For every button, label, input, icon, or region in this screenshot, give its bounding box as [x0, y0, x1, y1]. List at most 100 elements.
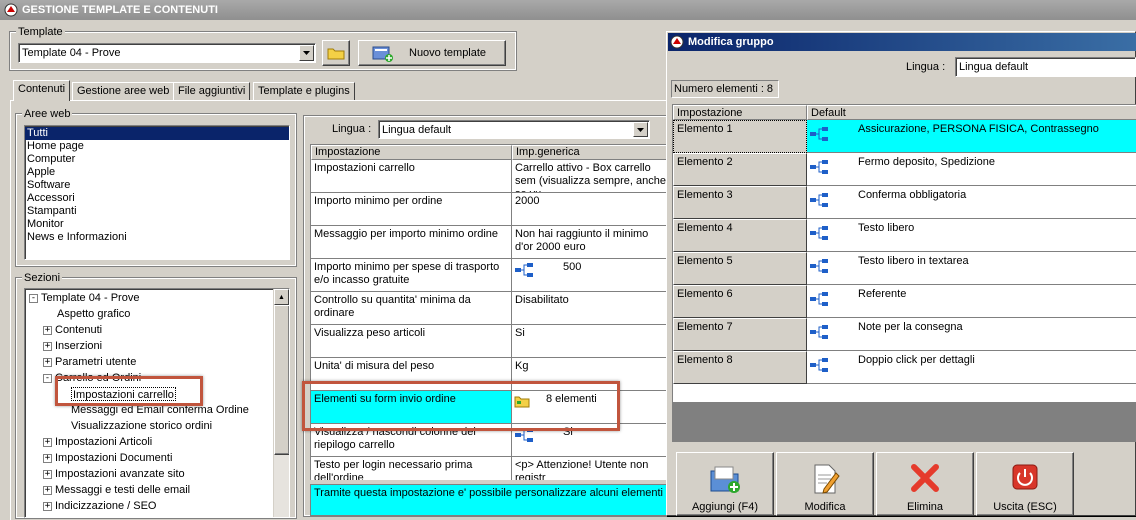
table-row-name[interactable]: Testo per login necessario prima dell'or…: [311, 457, 512, 480]
collapse-icon[interactable]: -: [43, 373, 52, 383]
table-row-name[interactable]: Elemento 8: [673, 351, 807, 384]
expand-icon[interactable]: +: [43, 357, 52, 367]
table-row-name[interactable]: Importo minimo per spese di trasporto e/…: [311, 259, 512, 292]
table-row-value[interactable]: 2000: [512, 193, 670, 226]
table-row-value[interactable]: Disabilitato: [512, 292, 670, 325]
template-select[interactable]: Template 04 - Prove: [18, 43, 316, 63]
dialog-titlebar[interactable]: Modifica gruppo: [668, 33, 1136, 51]
expand-icon[interactable]: +: [43, 453, 52, 463]
tree-scrollbar[interactable]: ▲: [273, 289, 289, 517]
table-row-value[interactable]: Conferma obbligatoria: [807, 186, 1136, 219]
list-item[interactable]: Accessori: [25, 192, 289, 205]
list-item[interactable]: Tutti: [25, 127, 289, 140]
table-row-name[interactable]: Elemento 1: [673, 120, 807, 153]
description-text: Tramite questa impostazione e' possibile…: [314, 487, 670, 499]
tree-item[interactable]: - Carrello ed Ordini: [43, 371, 141, 385]
tree-item[interactable]: Visualizzazione storico ordini: [71, 419, 212, 433]
tab-file-aggiuntivi[interactable]: File aggiuntivi: [173, 82, 251, 101]
expand-icon[interactable]: +: [43, 485, 52, 495]
list-item[interactable]: Computer: [25, 153, 289, 166]
table-row-name[interactable]: Importo minimo per ordine: [311, 193, 512, 226]
exit-power-icon: [1012, 464, 1038, 490]
row-value-text: Testo libero in textarea: [858, 255, 969, 267]
tab-contenuti[interactable]: Contenuti: [13, 80, 71, 101]
table-row-value[interactable]: Note per la consegna: [807, 318, 1136, 351]
table-row-name[interactable]: Elemento 7: [673, 318, 807, 351]
table-row-name[interactable]: Elemento 3: [673, 186, 807, 219]
aree-web-list[interactable]: Tutti Home page Computer Apple Software …: [24, 125, 290, 260]
expand-icon[interactable]: +: [43, 325, 52, 335]
list-item[interactable]: Monitor: [25, 218, 289, 231]
table-row-name[interactable]: Visualizza / nascondi colonne del riepil…: [311, 424, 512, 457]
open-folder-button[interactable]: [322, 40, 350, 66]
tree-item[interactable]: + Impostazioni Documenti: [43, 451, 172, 465]
list-item[interactable]: Home page: [25, 140, 289, 153]
table-row-value[interactable]: Non hai raggiunto il minimo d'or 2000 eu…: [512, 226, 670, 259]
new-template-button[interactable]: Nuovo template: [358, 40, 506, 66]
tab-template-plugins[interactable]: Template e plugins: [253, 82, 355, 101]
tree-item[interactable]: + Indicizzazione / SEO: [43, 499, 157, 513]
uscita-button[interactable]: Uscita (ESC): [976, 452, 1074, 516]
table-row-value[interactable]: Testo libero: [807, 219, 1136, 252]
list-item[interactable]: Stampanti: [25, 205, 289, 218]
group-tree-icon: [810, 193, 828, 207]
table-row-value[interactable]: 500: [512, 259, 670, 292]
tree-item[interactable]: + Contenuti: [43, 323, 102, 337]
table-row-name[interactable]: Elemento 4: [673, 219, 807, 252]
tree-item[interactable]: Aspetto grafico: [57, 307, 130, 321]
chevron-down-icon[interactable]: [299, 45, 314, 61]
lingua-select[interactable]: Lingua default: [378, 120, 650, 139]
scroll-thumb[interactable]: [274, 305, 289, 455]
tree-item[interactable]: + Messaggi e testi delle email: [43, 483, 190, 497]
expand-icon[interactable]: +: [43, 469, 52, 479]
table-row-value[interactable]: Si: [512, 325, 670, 358]
table-row-name[interactable]: Visualizza peso articoli: [311, 325, 512, 358]
column-header-default[interactable]: Default: [807, 105, 1136, 120]
tree-item[interactable]: Messaggi ed Email conferma Ordine: [71, 403, 249, 417]
table-row-value[interactable]: 8 elementi: [512, 391, 670, 424]
tree-item[interactable]: + Impostazioni Articoli: [43, 435, 152, 449]
modifica-button[interactable]: Modifica: [776, 452, 874, 516]
table-row-value[interactable]: Fermo deposito, Spedizione: [807, 153, 1136, 186]
table-row-name[interactable]: Elemento 6: [673, 285, 807, 318]
table-row-name[interactable]: Elemento 2: [673, 153, 807, 186]
tab-gestione-aree-web[interactable]: Gestione aree web: [72, 82, 175, 101]
tree-item[interactable]: + Parametri utente: [43, 355, 136, 369]
elimina-button[interactable]: Elimina: [876, 452, 974, 516]
table-row-value[interactable]: Carrello attivo - Box carrello sem (visu…: [512, 160, 670, 193]
table-row-value[interactable]: <p> Attenzione! Utente non registr: [512, 457, 670, 480]
collapse-icon[interactable]: -: [29, 293, 38, 303]
scroll-up-icon[interactable]: ▲: [274, 289, 289, 305]
column-header-impostazione[interactable]: Impostazione: [311, 145, 512, 160]
expand-icon[interactable]: +: [43, 341, 52, 351]
dialog-lingua-select[interactable]: Lingua default: [955, 57, 1136, 77]
aggiungi-button[interactable]: Aggiungi (F4): [676, 452, 774, 516]
table-row-value[interactable]: Assicurazione, PERSONA FISICA, Contrasse…: [807, 120, 1136, 153]
tree-item[interactable]: - Template 04 - Prove: [29, 291, 139, 305]
lingua-select-value: Lingua default: [382, 123, 452, 136]
table-row-value[interactable]: Si: [512, 424, 670, 457]
tree-item[interactable]: + Impostazioni avanzate sito: [43, 467, 185, 481]
table-row-value[interactable]: Testo libero in textarea: [807, 252, 1136, 285]
tree-item[interactable]: + Inserzioni: [43, 339, 102, 353]
table-row-value[interactable]: Doppio click per dettagli: [807, 351, 1136, 384]
list-item[interactable]: News e Informazioni: [25, 231, 289, 244]
table-row-value[interactable]: Referente: [807, 285, 1136, 318]
table-row-name[interactable]: Controllo su quantita' minima da ordinar…: [311, 292, 512, 325]
tree-item-selected[interactable]: Impostazioni carrello: [71, 387, 176, 401]
table-row-value[interactable]: Kg: [512, 358, 670, 391]
sezioni-tree[interactable]: - Template 04 - Prove Aspetto grafico + Co…: [24, 288, 290, 518]
expand-icon[interactable]: +: [43, 437, 52, 447]
column-header-impostazione[interactable]: Impostazione: [673, 105, 807, 120]
table-row-name[interactable]: Impostazioni carrello: [311, 160, 512, 193]
group-tree-icon: [810, 259, 828, 273]
list-item[interactable]: Software: [25, 179, 289, 192]
column-header-value[interactable]: Imp.generica: [512, 145, 670, 160]
table-row-name-highlighted[interactable]: Elementi su form invio ordine: [311, 391, 512, 424]
table-row-name[interactable]: Elemento 5: [673, 252, 807, 285]
table-row-name[interactable]: Unita' di misura del peso: [311, 358, 512, 391]
table-row-name[interactable]: Messaggio per importo minimo ordine: [311, 226, 512, 259]
chevron-down-icon[interactable]: [633, 122, 648, 137]
list-item[interactable]: Apple: [25, 166, 289, 179]
expand-icon[interactable]: +: [43, 501, 52, 511]
